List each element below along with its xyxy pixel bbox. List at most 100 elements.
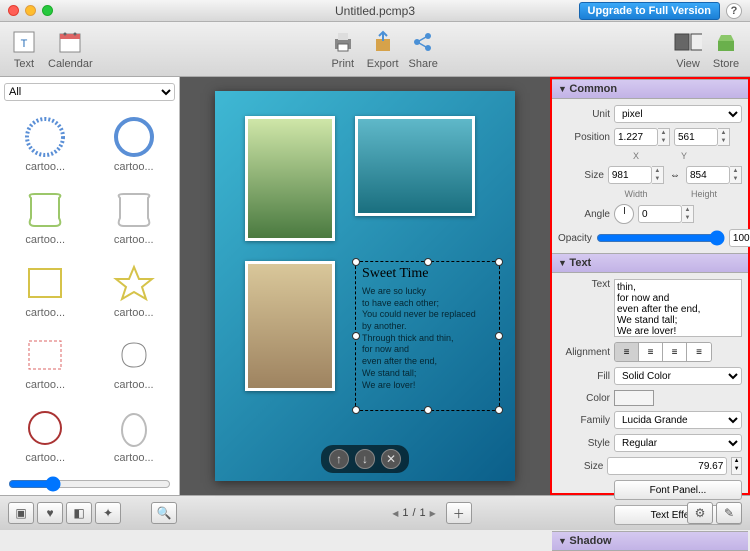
zoom-window-button[interactable]	[42, 5, 53, 16]
shape-item[interactable]: cartoo...	[91, 109, 178, 180]
resize-handle-n[interactable]	[424, 258, 432, 266]
page-navigator: ◀ 1 / 1 ▶	[392, 507, 436, 519]
lock-aspect-icon[interactable]: ⇔	[668, 170, 682, 180]
section-text-header[interactable]: Text	[552, 253, 748, 273]
text-tool-button[interactable]: T Text	[10, 28, 38, 70]
sidebar-zoom-slider[interactable]	[8, 476, 171, 492]
font-panel-button[interactable]: Font Panel...	[614, 480, 742, 500]
help-icon[interactable]: ?	[726, 3, 742, 19]
shape-item[interactable]: cartoo...	[2, 327, 89, 398]
favorites-tab-icon[interactable]: ♥	[37, 502, 63, 524]
opacity-label: Opacity	[558, 233, 592, 244]
opacity-input[interactable]	[729, 229, 750, 247]
view-toggle[interactable]: View	[674, 28, 702, 70]
color-label: Color	[558, 393, 610, 404]
shape-item[interactable]: cartoo...	[91, 327, 178, 398]
alignment-segmented[interactable]: ≡ ≡ ≡ ≡	[614, 342, 712, 362]
shape-item[interactable]: cartoo...	[2, 182, 89, 253]
inspector-tabs: ⚙ ✎	[687, 502, 742, 524]
prev-page-icon[interactable]: ◀	[392, 509, 398, 518]
resize-handle-ne[interactable]	[495, 258, 503, 266]
canvas-area[interactable]: Sweet Time We are so lucky to have each …	[180, 77, 550, 495]
add-page-icon[interactable]: ＋	[446, 502, 472, 524]
photo-frame-3[interactable]	[245, 261, 335, 391]
export-label: Export	[367, 58, 399, 70]
height-stepper[interactable]: ▲▼	[686, 166, 742, 184]
export-button[interactable]: Export	[367, 28, 399, 70]
textbox-body[interactable]: We are so lucky to have each other; You …	[356, 286, 499, 391]
align-left-icon[interactable]: ≡	[615, 343, 639, 361]
close-window-button[interactable]	[8, 5, 19, 16]
opacity-stepper[interactable]: ▲▼	[729, 229, 750, 247]
share-button[interactable]: Share	[409, 28, 438, 70]
font-family-label: Family	[558, 415, 610, 426]
font-style-select[interactable]: Regular	[614, 434, 742, 452]
sidebar: All cartoo... cartoo... cartoo... cartoo…	[0, 77, 180, 495]
style-tab-icon[interactable]: ✎	[716, 502, 742, 524]
text-content-input[interactable]: thin, for now and even after the end, We…	[614, 279, 742, 337]
zoom-icon[interactable]: 🔍	[151, 502, 177, 524]
layer-up-icon[interactable]: ↑	[329, 449, 349, 469]
angle-input[interactable]	[638, 205, 682, 223]
resize-handle-nw[interactable]	[352, 258, 360, 266]
angle-stepper[interactable]: ▲▼	[638, 205, 694, 223]
pos-y-stepper[interactable]: ▲▼	[674, 128, 730, 146]
resize-handle-w[interactable]	[352, 332, 360, 340]
color-well[interactable]	[614, 390, 654, 406]
width-input[interactable]	[608, 166, 652, 184]
toolbar-right-group: View Store	[674, 28, 740, 70]
shapes-tab-icon[interactable]: ◧	[66, 502, 92, 524]
shape-item[interactable]: cartoo...	[91, 182, 178, 253]
align-center-icon[interactable]: ≡	[639, 343, 663, 361]
photos-tab-icon[interactable]: ▣	[8, 502, 34, 524]
floating-toolbar: ↑ ↓ ✕	[321, 445, 409, 473]
photo-frame-1[interactable]	[245, 116, 335, 241]
toolbar: T Text Calendar Print Export Share View	[0, 22, 750, 77]
section-shadow-header[interactable]: Shadow	[552, 531, 748, 551]
calendar-icon	[56, 28, 84, 56]
shape-item[interactable]: cartoo...	[91, 255, 178, 326]
library-tabs: ▣ ♥ ◧ ✦	[8, 502, 121, 524]
document-page[interactable]: Sweet Time We are so lucky to have each …	[215, 91, 515, 481]
align-right-icon[interactable]: ≡	[663, 343, 687, 361]
shape-item[interactable]: cartoo...	[2, 255, 89, 326]
fill-select[interactable]: Solid Color	[614, 367, 742, 385]
text-box-selected[interactable]: Sweet Time We are so lucky to have each …	[355, 261, 500, 411]
next-page-icon[interactable]: ▶	[430, 509, 436, 518]
shape-item[interactable]: cartoo...	[2, 109, 89, 180]
resize-handle-e[interactable]	[495, 332, 503, 340]
unit-label: Unit	[558, 109, 610, 120]
text-icon: T	[10, 28, 38, 56]
resize-handle-sw[interactable]	[352, 406, 360, 414]
font-family-select[interactable]: Lucida Grande	[614, 411, 742, 429]
effects-tab-icon[interactable]: ✦	[95, 502, 121, 524]
settings-tab-icon[interactable]: ⚙	[687, 502, 713, 524]
pos-y-input[interactable]	[674, 128, 718, 146]
upgrade-button[interactable]: Upgrade to Full Version	[579, 2, 720, 20]
shapes-grid[interactable]: cartoo... cartoo... cartoo... cartoo... …	[0, 107, 179, 473]
pos-x-stepper[interactable]: ▲▼	[614, 128, 670, 146]
shape-item[interactable]: cartoo...	[91, 400, 178, 471]
angle-dial[interactable]	[614, 204, 634, 224]
height-input[interactable]	[686, 166, 730, 184]
print-button[interactable]: Print	[329, 28, 357, 70]
store-button[interactable]: Store	[712, 28, 740, 70]
photo-frame-2[interactable]	[355, 116, 475, 216]
minimize-window-button[interactable]	[25, 5, 36, 16]
font-style-label: Style	[558, 438, 610, 449]
resize-handle-se[interactable]	[495, 406, 503, 414]
width-stepper[interactable]: ▲▼	[608, 166, 664, 184]
resize-handle-s[interactable]	[424, 406, 432, 414]
sidebar-filter-select[interactable]: All	[4, 83, 175, 101]
align-justify-icon[interactable]: ≡	[687, 343, 711, 361]
pos-x-input[interactable]	[614, 128, 658, 146]
font-size-stepper[interactable]: ▲▼	[731, 457, 742, 475]
shape-item[interactable]: cartoo...	[2, 400, 89, 471]
opacity-slider[interactable]	[596, 230, 725, 246]
calendar-tool-button[interactable]: Calendar	[48, 28, 93, 70]
unit-select[interactable]: pixel	[614, 105, 742, 123]
font-size-input[interactable]	[607, 457, 727, 475]
layer-down-icon[interactable]: ↓	[355, 449, 375, 469]
section-common-header[interactable]: Common	[552, 79, 748, 99]
delete-icon[interactable]: ✕	[381, 449, 401, 469]
